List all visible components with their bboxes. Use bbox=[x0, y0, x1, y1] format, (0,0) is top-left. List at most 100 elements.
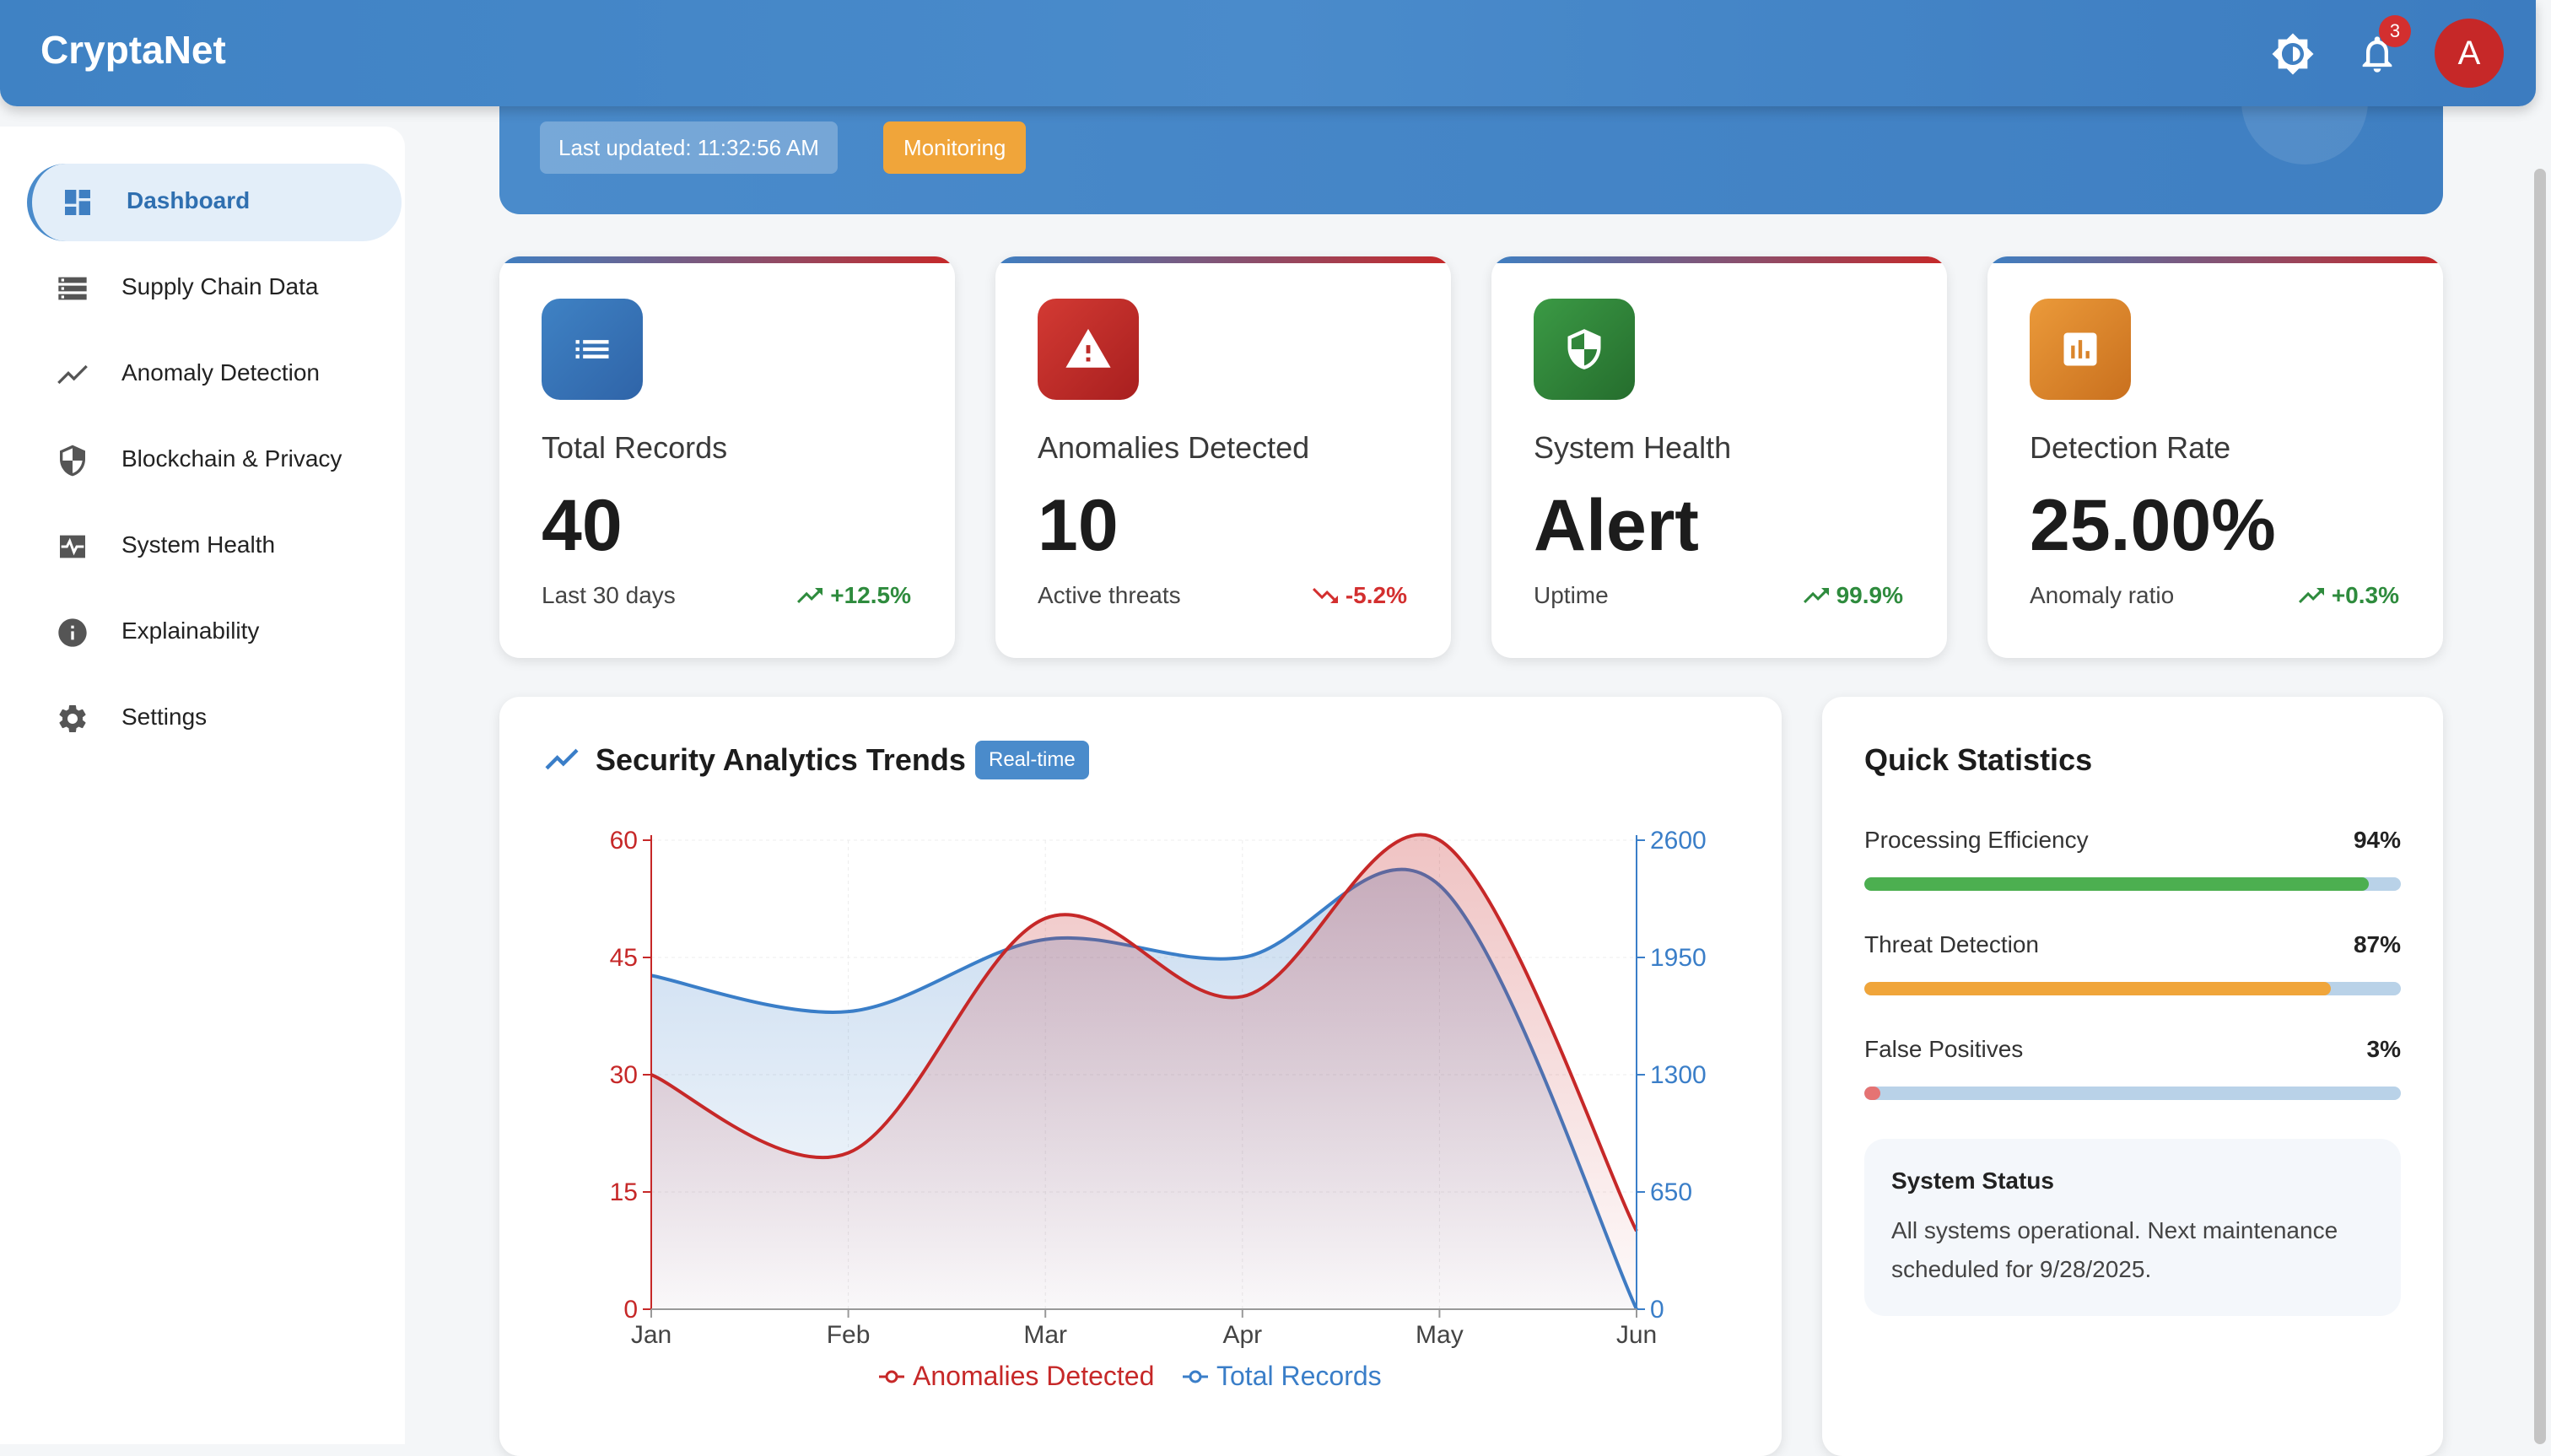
list-icon bbox=[56, 272, 89, 305]
list-icon bbox=[542, 299, 643, 400]
y-tick-label-right: 2600 bbox=[1650, 827, 1707, 855]
last-updated-chip: Last updated: 11:32:56 AM bbox=[540, 121, 838, 174]
notification-count-badge: 3 bbox=[2379, 15, 2411, 47]
x-tick-label: Feb bbox=[827, 1321, 871, 1349]
sidebar: Dashboard Supply Chain Data Anomaly Dete… bbox=[0, 127, 405, 1444]
stat-card-detection-rate: Detection Rate 25.00% Anomaly ratio +0.3… bbox=[1987, 256, 2443, 658]
card-subtitle: Active threats bbox=[1038, 582, 1181, 608]
security-analytics-panel: Security Analytics Trends Real-time 0 15 3… bbox=[499, 697, 1782, 1456]
y-tick-label-left: 0 bbox=[623, 1296, 638, 1324]
sidebar-item-label: Blockchain & Privacy bbox=[121, 445, 342, 472]
sidebar-item-label: Dashboard bbox=[127, 187, 251, 213]
shield-icon bbox=[56, 444, 89, 477]
quick-statistics-panel: Quick Statistics Processing Efficiency 9… bbox=[1822, 697, 2443, 1456]
sidebar-item-anomaly-detection[interactable]: Anomaly Detection bbox=[27, 336, 402, 413]
stat-card-system-health: System Health Alert Uptime 99.9% bbox=[1491, 256, 1947, 658]
card-trend-value: 99.9% bbox=[1836, 582, 1903, 608]
y-tick-label-left: 30 bbox=[610, 1061, 638, 1089]
sidebar-item-dashboard[interactable]: Dashboard bbox=[27, 164, 402, 241]
card-trend: 99.9% bbox=[1801, 580, 1903, 611]
trending-up-icon bbox=[1803, 588, 1829, 603]
sidebar-item-label: Explainability bbox=[121, 617, 260, 644]
card-title: System Health bbox=[1534, 430, 1732, 465]
x-tick-label: May bbox=[1416, 1321, 1464, 1349]
sidebar-item-label: System Health bbox=[121, 531, 276, 558]
sidebar-item-supply-chain-data[interactable]: Supply Chain Data bbox=[27, 250, 402, 327]
progress-fill bbox=[1864, 877, 2369, 891]
trend-icon bbox=[56, 358, 89, 391]
progress-fill bbox=[1864, 1087, 1881, 1100]
y-tick-label-right: 0 bbox=[1650, 1296, 1664, 1324]
info-icon bbox=[56, 616, 89, 650]
sidebar-item-label: Settings bbox=[121, 704, 208, 730]
progress-track bbox=[1864, 982, 2401, 995]
trending-up-icon bbox=[797, 588, 823, 603]
card-title: Detection Rate bbox=[2030, 430, 2231, 465]
x-tick-label: Apr bbox=[1222, 1321, 1262, 1349]
heartbeat-icon bbox=[56, 530, 89, 564]
card-trend-value: +12.5% bbox=[830, 582, 911, 608]
card-trend-value: -5.2% bbox=[1345, 582, 1407, 608]
sidebar-item-settings[interactable]: Settings bbox=[27, 680, 402, 758]
gear-icon bbox=[56, 702, 89, 736]
card-subtitle: Last 30 days bbox=[542, 582, 676, 608]
quick-stats-title: Quick Statistics bbox=[1864, 742, 2093, 777]
sidebar-item-system-health[interactable]: System Health bbox=[27, 508, 402, 585]
progress-track bbox=[1864, 1087, 2401, 1100]
y-tick-label-right: 650 bbox=[1650, 1178, 1692, 1206]
card-value: 25.00% bbox=[2030, 485, 2276, 566]
stat-card-anomalies: Anomalies Detected 10 Active threats -5.… bbox=[995, 256, 1451, 658]
y-tick-label-right: 1950 bbox=[1650, 944, 1707, 972]
dashboard-icon bbox=[61, 186, 94, 219]
y-tick-label-left: 60 bbox=[610, 827, 638, 855]
stat-value: 94% bbox=[2353, 827, 2401, 853]
app-title: CryptaNet bbox=[40, 28, 226, 72]
bar-chart-icon bbox=[2030, 299, 2131, 400]
x-tick-label: Mar bbox=[1023, 1321, 1067, 1349]
card-value: 10 bbox=[1038, 485, 1119, 566]
hero-banner: Last updated: 11:32:56 AM Monitoring bbox=[499, 67, 2443, 214]
x-tick-label: Jun bbox=[1616, 1321, 1657, 1349]
stat-label: False Positives bbox=[1864, 1036, 2024, 1062]
progress-fill bbox=[1864, 982, 2332, 995]
card-subtitle: Anomaly ratio bbox=[2030, 582, 2175, 608]
legend-marker-dot bbox=[1189, 1370, 1202, 1383]
progress-track bbox=[1864, 877, 2401, 891]
security-trends-chart: 0 15 30 45 60 0 650 1300 1950 2600 Jan Feb Mar Apr May… bbox=[610, 827, 1707, 1391]
stat-label: Processing Efficiency bbox=[1864, 827, 2089, 853]
trending-down-icon bbox=[1312, 588, 1338, 603]
trending-up-icon bbox=[2298, 588, 2324, 603]
page-scrollbar[interactable] bbox=[2534, 169, 2546, 1444]
status-title: System Status bbox=[1891, 1167, 2054, 1194]
status-text: All systems operational. Next maintenanc… bbox=[1891, 1217, 2338, 1282]
x-tick-label: Jan bbox=[631, 1321, 671, 1349]
card-trend-value: +0.3% bbox=[2331, 582, 2399, 608]
card-title: Total Records bbox=[542, 430, 728, 465]
y-tick-label-right: 1300 bbox=[1650, 1061, 1707, 1089]
stat-value: 3% bbox=[2366, 1036, 2401, 1062]
card-value: 40 bbox=[542, 485, 623, 566]
stat-card-total-records: Total Records 40 Last 30 days +12.5% bbox=[499, 256, 955, 658]
card-trend: +12.5% bbox=[795, 580, 911, 611]
legend-label: Anomalies Detected bbox=[913, 1361, 1154, 1391]
card-subtitle: Uptime bbox=[1534, 582, 1609, 608]
sidebar-item-blockchain-privacy[interactable]: Blockchain & Privacy bbox=[27, 422, 402, 499]
system-status-box: System Status All systems operational. N… bbox=[1864, 1139, 2401, 1316]
theme-toggle-icon[interactable] bbox=[2271, 32, 2315, 76]
stat-value: 87% bbox=[2353, 931, 2401, 957]
card-trend: -5.2% bbox=[1310, 580, 1407, 611]
y-tick-label-left: 45 bbox=[610, 944, 638, 972]
sidebar-item-label: Anomaly Detection bbox=[121, 359, 321, 386]
card-value: Alert bbox=[1534, 485, 1699, 566]
shield-icon bbox=[1534, 299, 1635, 400]
sidebar-item-explainability[interactable]: Explainability bbox=[27, 594, 402, 671]
sidebar-item-label: Supply Chain Data bbox=[121, 273, 319, 299]
card-title: Anomalies Detected bbox=[1038, 430, 1310, 465]
legend-marker-dot bbox=[885, 1370, 898, 1383]
stat-label: Threat Detection bbox=[1864, 931, 2039, 957]
app-header: CryptaNet 3 A bbox=[0, 0, 2536, 106]
monitoring-status-chip: Monitoring bbox=[883, 121, 1027, 174]
user-avatar[interactable]: A bbox=[2435, 19, 2504, 88]
warning-icon bbox=[1038, 299, 1139, 400]
legend-label: Total Records bbox=[1216, 1361, 1382, 1391]
